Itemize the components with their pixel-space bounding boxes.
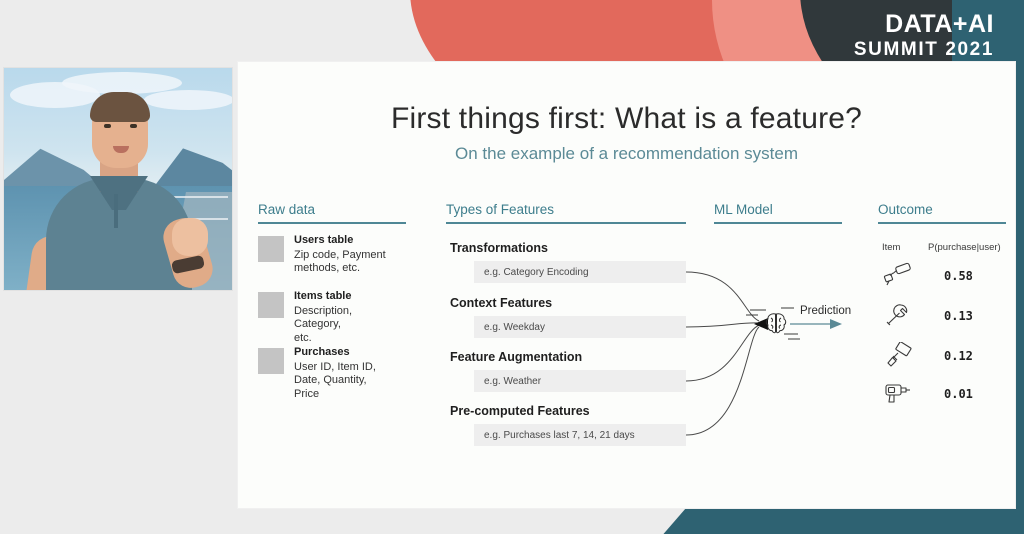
raw-data-item: Items table Description, Category, etc. [258, 290, 418, 345]
column-header-types-of-features: Types of Features [446, 202, 555, 217]
drill-icon [885, 384, 910, 403]
column-header-raw-data: Raw data [258, 202, 316, 217]
column-rule-types-of-features [446, 222, 686, 224]
column-header-outcome: Outcome [878, 202, 933, 217]
column-header-ml-model: ML Model [714, 202, 773, 217]
column-rule-raw-data [258, 222, 406, 224]
slide-subtitle: On the example of a recommendation syste… [455, 144, 798, 163]
feature-type-title: Pre-computed Features [450, 404, 590, 418]
feature-example-box[interactable]: e.g. Category Encoding [474, 261, 686, 283]
raw-data-item-detail: Zip code, Payment methods, etc. [294, 248, 386, 275]
raw-data-item-detail: Description, Category, etc. [294, 304, 353, 344]
logo-line-2: SUMMIT 2021 [853, 39, 994, 60]
feature-type-title: Transformations [450, 241, 548, 255]
raw-data-item-name: Users table [294, 234, 354, 246]
table-thumbnail-icon [258, 236, 284, 262]
feature-example-box[interactable]: e.g. Weekday [474, 316, 686, 338]
outcome-probability-value: 0.58 [944, 269, 973, 283]
paintbrush-icon [887, 342, 912, 367]
paint-roller-icon [883, 262, 911, 286]
feature-type-title: Feature Augmentation [450, 350, 583, 364]
table-thumbnail-icon [258, 348, 284, 374]
video-speaker-eye [104, 124, 111, 128]
video-speaker-eye [130, 124, 137, 128]
video-railing [172, 196, 228, 198]
raw-data-item-text: Items table Description, Category, etc. [294, 290, 352, 345]
video-cloud [144, 90, 232, 110]
decor-teal-bottom-bar [660, 508, 1024, 534]
video-speaker-hand [172, 218, 208, 256]
raw-data-item: Users table Zip code, Payment methods, e… [258, 234, 418, 276]
outcome-column-header-item: Item [882, 242, 901, 253]
column-rule-ml-model [714, 222, 842, 224]
wrench-icon [886, 304, 908, 326]
slide-title: First things first: What is a feature? [390, 102, 863, 135]
prediction-label: Prediction [800, 305, 852, 317]
outcome-probability-value: 0.12 [944, 349, 973, 363]
outcome-probability-value: 0.13 [944, 309, 973, 323]
feature-type-title: Context Features [450, 296, 553, 310]
feature-example-box[interactable]: e.g. Weather [474, 370, 686, 392]
outcome-probability-value: 0.01 [944, 387, 973, 401]
slide-panel: First things first: What is a feature? O… [238, 62, 1015, 508]
outcome-column-header-probability: P(purchase|user) [928, 242, 1001, 253]
table-thumbnail-icon [258, 292, 284, 318]
raw-data-item-name: Items table [294, 290, 352, 302]
brain-icon [765, 313, 787, 334]
feature-example-box[interactable]: e.g. Purchases last 7, 14, 21 days [474, 424, 686, 446]
speaker-video-tile[interactable] [4, 68, 232, 290]
video-speaker-hair [90, 92, 150, 122]
video-speaker-placket [114, 194, 118, 228]
raw-data-item: Purchases User ID, Item ID, Date, Quanti… [258, 346, 418, 401]
raw-data-item-detail: User ID, Item ID, Date, Quantity, Price [294, 360, 376, 400]
presentation-stage: DATA+AI SUMMIT 2021 First things first: … [0, 0, 1024, 534]
raw-data-item-name: Purchases [294, 346, 350, 358]
raw-data-item-text: Purchases User ID, Item ID, Date, Quanti… [294, 346, 376, 401]
column-rule-outcome [878, 222, 1006, 224]
raw-data-item-text: Users table Zip code, Payment methods, e… [294, 234, 386, 276]
conference-logo: DATA+AI SUMMIT 2021 [853, 10, 994, 60]
logo-line-1: DATA+AI [885, 10, 994, 38]
